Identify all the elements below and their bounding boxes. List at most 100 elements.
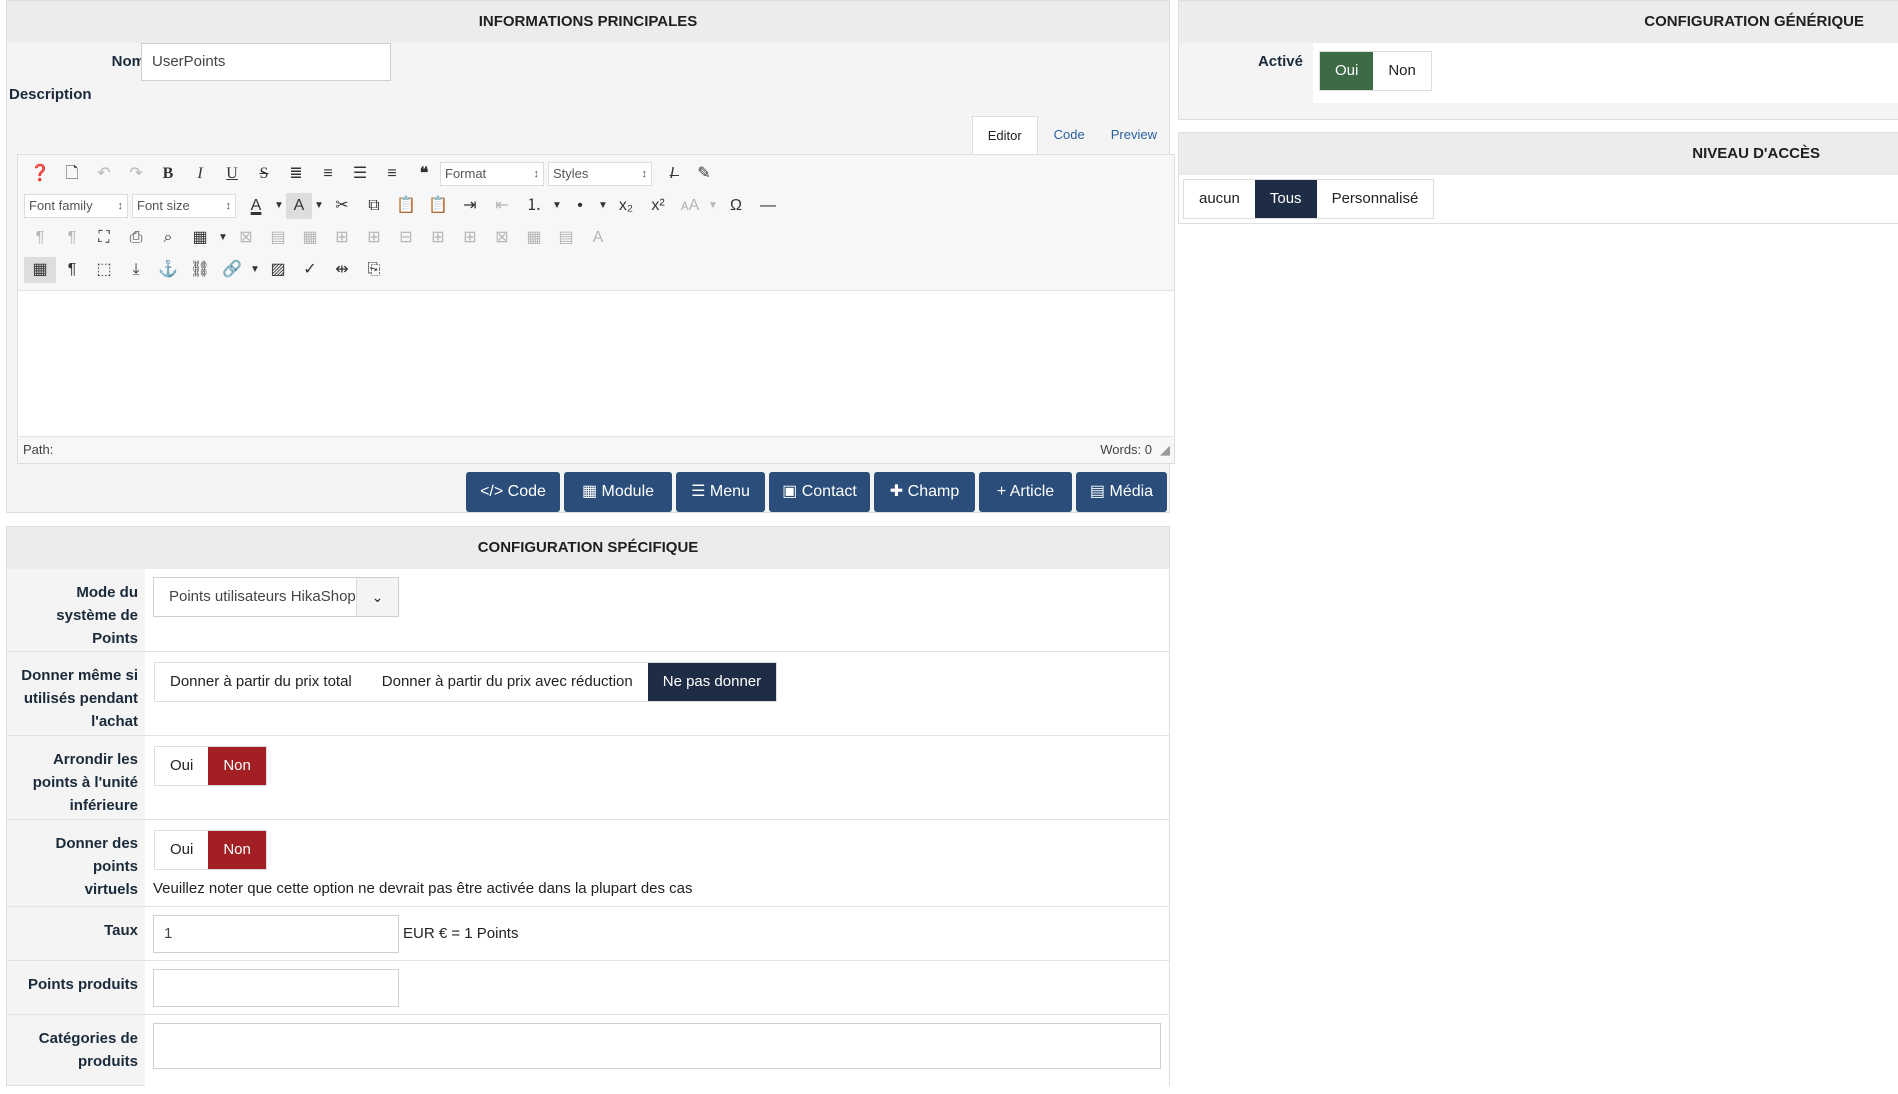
align-right-icon[interactable]: ≡ [376, 161, 408, 187]
table-merge-cells-icon[interactable]: ▤ [550, 225, 582, 251]
table-insert-row-before-icon[interactable]: ⊞ [326, 225, 358, 251]
give-reduction-button[interactable]: Donner à partir du prix avec réduction [367, 663, 648, 701]
ltr-icon[interactable]: ¶ [24, 225, 56, 251]
access-aucun-button[interactable]: aucun [1184, 180, 1255, 218]
chevron-down-icon[interactable]: ▼ [248, 257, 262, 283]
product-points-input[interactable] [153, 969, 399, 1007]
bold-icon[interactable]: B [152, 161, 184, 187]
insert-champ-button[interactable]: ✚ Champ [874, 472, 975, 512]
virtual-non-button[interactable]: Non [208, 831, 266, 869]
give-none-button[interactable]: Ne pas donner [647, 663, 777, 701]
table-delete-col-icon[interactable]: ⊠ [486, 225, 518, 251]
give-total-button[interactable]: Donner à partir du prix total [155, 663, 367, 701]
table-insert-row-after-icon[interactable]: ⊞ [358, 225, 390, 251]
insert-media-button[interactable]: ▤ Média [1076, 472, 1167, 512]
tab-code[interactable]: Code [1038, 116, 1101, 154]
access-personnalise-button[interactable]: Personnalisé [1317, 180, 1434, 218]
chevron-down-icon[interactable]: ▼ [550, 193, 564, 219]
insert-contact-button[interactable]: ▣ Contact [769, 472, 870, 512]
background-color-icon[interactable]: A [286, 193, 312, 219]
style-icon[interactable]: A [582, 225, 614, 251]
help-icon[interactable]: ❓ [24, 161, 56, 187]
table-insert-col-after-icon[interactable]: ⊞ [454, 225, 486, 251]
align-justify-icon[interactable]: ≣ [280, 161, 312, 187]
paint-brush-icon[interactable]: ✎ [688, 161, 720, 187]
visual-aid-icon[interactable]: ▦ [24, 257, 56, 283]
align-center-icon[interactable]: ≡ [312, 161, 344, 187]
chevron-down-icon[interactable]: ▼ [596, 193, 610, 219]
italic-icon[interactable]: I [184, 161, 216, 187]
access-tous-button[interactable]: Tous [1254, 180, 1317, 218]
fullscreen-icon[interactable]: ⛶ [88, 225, 120, 251]
copy-icon[interactable]: ⧉ [358, 193, 390, 219]
underline-icon[interactable]: U [216, 161, 248, 187]
bullet-list-icon[interactable]: • [564, 193, 596, 219]
link-icon[interactable]: 🔗 [216, 257, 248, 283]
new-document-icon[interactable]: 🗋 [56, 161, 88, 187]
table-icon[interactable]: ▦ [184, 225, 216, 251]
page-break-icon[interactable]: ⬚ [88, 257, 120, 283]
search-icon[interactable]: ⌕ [152, 225, 184, 251]
numbered-list-icon[interactable]: ⒈ [518, 193, 550, 219]
nom-input[interactable]: UserPoints [141, 43, 391, 81]
tab-editor[interactable]: Editor [971, 116, 1038, 154]
table-row-props-icon[interactable]: ▤ [262, 225, 294, 251]
table-split-cells-icon[interactable]: ▦ [518, 225, 550, 251]
categories-input[interactable] [153, 1023, 1161, 1069]
insert-module-button[interactable]: ▦ Module [564, 472, 672, 512]
undo-icon[interactable]: ↶ [88, 161, 120, 187]
omega-icon[interactable]: Ω [720, 193, 752, 219]
template-icon[interactable]: ⎘ [358, 257, 390, 283]
round-non-button[interactable]: Non [208, 747, 266, 785]
round-oui-button[interactable]: Oui [155, 747, 208, 785]
blockquote-icon[interactable]: ❝ [408, 161, 440, 187]
superscript-icon[interactable]: x² [642, 193, 674, 219]
insert-article-button[interactable]: + Article [979, 472, 1072, 512]
clear-format-icon[interactable]: I̶ [656, 161, 688, 187]
chevron-down-icon[interactable]: ▼ [706, 193, 720, 219]
cut-icon[interactable]: ✂ [326, 193, 358, 219]
anchor-icon[interactable]: ⚓ [152, 257, 184, 283]
subscript-icon[interactable]: x₂ [610, 193, 642, 219]
redo-icon[interactable]: ↷ [120, 161, 152, 187]
unlink-icon[interactable]: ⛓ [184, 257, 216, 283]
align-left-icon[interactable]: ☰ [344, 161, 376, 187]
rtl-icon[interactable]: ¶ [56, 225, 88, 251]
paste-icon[interactable]: 📋 [390, 193, 422, 219]
editor-content-area[interactable] [18, 292, 1174, 438]
horizontal-rule-icon[interactable]: — [752, 193, 784, 219]
insert-menu-button[interactable]: ☰ Menu [676, 472, 765, 512]
resize-handle-icon[interactable]: ◢ [1160, 437, 1170, 463]
insert-code-button[interactable]: </> Code [466, 472, 560, 512]
text-color-icon[interactable]: A [240, 193, 272, 219]
styles-select[interactable]: Styles [548, 162, 652, 186]
outdent-icon[interactable]: ⇤ [486, 193, 518, 219]
chevron-down-icon[interactable]: ▼ [312, 193, 326, 219]
image-insert-icon[interactable]: ▨ [262, 257, 294, 283]
rate-input[interactable]: 1 [153, 915, 399, 953]
table-delete-icon[interactable]: ⊠ [230, 225, 262, 251]
show-blocks-icon[interactable]: ¶ [56, 257, 88, 283]
indent-icon[interactable]: ⇥ [454, 193, 486, 219]
mode-select[interactable]: Points utilisateurs HikaShop ⌄ [153, 577, 399, 617]
mode-field: Points utilisateurs HikaShop ⌄ [145, 569, 1169, 651]
chevron-down-icon[interactable]: ▼ [272, 193, 286, 219]
text-size-icon[interactable]: ᴀA [674, 193, 706, 219]
active-oui-button[interactable]: Oui [1320, 52, 1374, 90]
print-icon[interactable]: ⎙ [120, 225, 152, 251]
nonbreaking-icon[interactable]: ⇹ [326, 257, 358, 283]
import-icon[interactable]: ⤓ [120, 257, 152, 283]
paste-text-icon[interactable]: 📋 [422, 193, 454, 219]
table-delete-row-icon[interactable]: ⊟ [390, 225, 422, 251]
tab-preview[interactable]: Preview [1101, 116, 1167, 154]
font-size-select[interactable]: Font size [132, 194, 236, 218]
table-cell-props-icon[interactable]: ▦ [294, 225, 326, 251]
strikethrough-icon[interactable]: S [248, 161, 280, 187]
active-non-button[interactable]: Non [1373, 52, 1431, 90]
table-insert-col-before-icon[interactable]: ⊞ [422, 225, 454, 251]
font-family-select[interactable]: Font family [24, 194, 128, 218]
spellcheck-icon[interactable]: ✓ [294, 257, 326, 283]
format-select[interactable]: Format [440, 162, 544, 186]
chevron-down-icon[interactable]: ▼ [216, 225, 230, 251]
virtual-oui-button[interactable]: Oui [155, 831, 208, 869]
